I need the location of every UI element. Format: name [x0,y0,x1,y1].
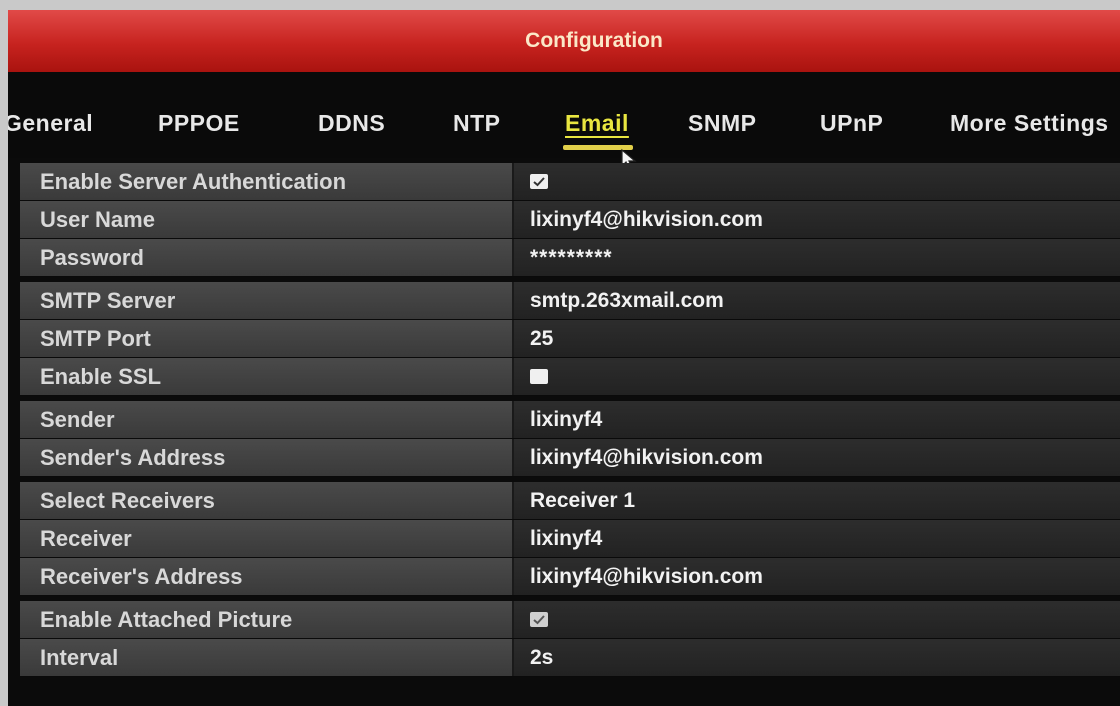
tab-ddns[interactable]: DDNS [318,110,385,137]
row-interval: Interval 2s [20,639,1120,677]
password-field[interactable]: ********* [514,239,1120,276]
row-sender: Sender lixinyf4 [20,401,1120,439]
row-smtp-port: SMTP Port 25 [20,320,1120,358]
smtp-server-label: SMTP Server [20,282,514,319]
interval-label: Interval [20,639,514,676]
checkmark-icon [533,177,545,187]
receiver-field[interactable]: lixinyf4 [514,520,1120,557]
row-enable-attached-picture: Enable Attached Picture [20,601,1120,639]
sender-field[interactable]: lixinyf4 [514,401,1120,438]
tab-email[interactable]: Email [563,110,633,150]
row-senders-address: Sender's Address lixinyf4@hikvision.com [20,439,1120,477]
receivers-address-label: Receiver's Address [20,558,514,595]
smtp-port-field[interactable]: 25 [514,320,1120,357]
row-select-receivers: Select Receivers Receiver 1 [20,482,1120,520]
row-enable-ssl: Enable SSL [20,358,1120,396]
tab-more-settings[interactable]: More Settings [950,110,1109,137]
enable-attached-picture-checkbox[interactable] [530,612,548,627]
row-receivers-address: Receiver's Address lixinyf4@hikvision.co… [20,558,1120,596]
row-user-name: User Name lixinyf4@hikvision.com [20,201,1120,239]
enable-ssl-label: Enable SSL [20,358,514,395]
senders-address-label: Sender's Address [20,439,514,476]
user-name-field[interactable]: lixinyf4@hikvision.com [514,201,1120,238]
enable-attached-picture-label: Enable Attached Picture [20,601,514,638]
enable-ssl-checkbox[interactable] [530,369,548,384]
tab-general[interactable]: General [8,110,93,137]
enable-server-authentication-label: Enable Server Authentication [20,163,514,200]
row-password: Password ********* [20,239,1120,277]
select-receivers-label: Select Receivers [20,482,514,519]
tab-bar: General PPPOE DDNS NTP Email SNMP UPnP M… [8,72,1120,158]
receivers-address-field[interactable]: lixinyf4@hikvision.com [514,558,1120,595]
sender-label: Sender [20,401,514,438]
row-enable-server-authentication: Enable Server Authentication [20,163,1120,201]
tab-snmp[interactable]: SNMP [688,110,756,137]
row-smtp-server: SMTP Server smtp.263xmail.com [20,282,1120,320]
window-title: Configuration [8,10,1120,72]
smtp-port-label: SMTP Port [20,320,514,357]
email-settings-table: Enable Server Authentication User Name l… [20,163,1120,700]
tab-pppoe[interactable]: PPPOE [158,110,240,137]
senders-address-field[interactable]: lixinyf4@hikvision.com [514,439,1120,476]
enable-server-authentication-checkbox[interactable] [530,174,548,189]
select-receivers-dropdown[interactable]: Receiver 1 [514,482,1120,519]
checkmark-icon [533,615,545,625]
dvr-screen: Configuration General PPPOE DDNS NTP Ema… [8,10,1120,706]
row-receiver: Receiver lixinyf4 [20,520,1120,558]
password-label: Password [20,239,514,276]
receiver-label: Receiver [20,520,514,557]
tab-upnp[interactable]: UPnP [820,110,883,137]
tab-ntp[interactable]: NTP [453,110,501,137]
user-name-label: User Name [20,201,514,238]
interval-dropdown[interactable]: 2s [514,639,1120,676]
smtp-server-field[interactable]: smtp.263xmail.com [514,282,1120,319]
